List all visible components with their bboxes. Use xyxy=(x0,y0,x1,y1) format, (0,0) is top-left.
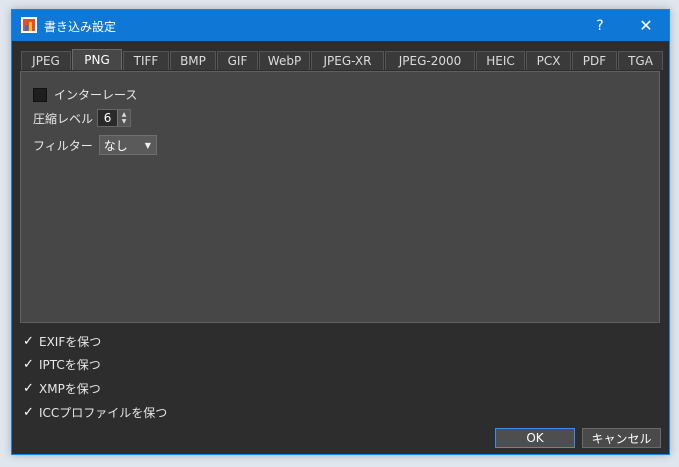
keep-xmp-checkbox[interactable]: ✓ XMPを保つ xyxy=(23,380,101,397)
close-button[interactable]: ✕ xyxy=(623,10,669,41)
tab-tiff[interactable]: TIFF xyxy=(123,51,169,70)
keep-xmp-label: XMPを保つ xyxy=(39,382,101,396)
checkmark-icon: ✓ xyxy=(23,380,34,396)
tab-pcx[interactable]: PCX xyxy=(526,51,571,70)
keep-iptc-checkbox[interactable]: ✓ IPTCを保つ xyxy=(23,356,101,373)
settings-dialog: 書き込み設定 ? ✕ JPEG PNG TIFF BMP GIF WebP JP… xyxy=(11,9,670,455)
compression-level-value[interactable]: 6 xyxy=(98,111,117,125)
format-tabs: JPEG PNG TIFF BMP GIF WebP JPEG-XR JPEG-… xyxy=(21,49,664,71)
interlace-row[interactable]: インターレース xyxy=(33,86,137,103)
cancel-button[interactable]: キャンセル xyxy=(582,428,661,448)
spin-up-icon[interactable]: ▲ xyxy=(122,111,127,118)
keep-iptc-label: IPTCを保つ xyxy=(39,358,101,372)
tab-bmp[interactable]: BMP xyxy=(170,51,216,70)
ok-button[interactable]: OK xyxy=(495,428,575,448)
keep-icc-profile-label: ICCプロファイルを保つ xyxy=(39,406,168,420)
tab-jpeg-2000[interactable]: JPEG-2000 xyxy=(385,51,475,70)
keep-exif-checkbox[interactable]: ✓ EXIFを保つ xyxy=(23,333,101,350)
interlace-label: インターレース xyxy=(54,88,138,102)
tab-pdf[interactable]: PDF xyxy=(572,51,617,70)
checkmark-icon: ✓ xyxy=(23,356,34,372)
help-button[interactable]: ? xyxy=(577,10,623,41)
keep-icc-profile-checkbox[interactable]: ✓ ICCプロファイルを保つ xyxy=(23,404,167,421)
spin-down-icon[interactable]: ▼ xyxy=(122,118,127,125)
filter-row: フィルター なし ▼ xyxy=(33,135,157,155)
tab-tga[interactable]: TGA xyxy=(618,51,663,70)
tab-jpeg-xr[interactable]: JPEG-XR xyxy=(311,51,384,70)
filter-label: フィルター xyxy=(33,138,93,153)
png-settings-panel: インターレース 圧縮レベル 6 ▲ ▼ フィルター なし ▼ xyxy=(20,71,660,323)
tab-gif[interactable]: GIF xyxy=(217,51,258,70)
tab-webp[interactable]: WebP xyxy=(259,51,310,70)
compression-label: 圧縮レベル xyxy=(33,111,94,126)
tab-png[interactable]: PNG xyxy=(72,49,122,70)
compression-row: 圧縮レベル 6 ▲ ▼ xyxy=(33,109,132,127)
tab-heic[interactable]: HEIC xyxy=(476,51,525,70)
spinner-arrows[interactable]: ▲ ▼ xyxy=(117,110,131,126)
app-icon xyxy=(21,17,37,33)
checkmark-icon: ✓ xyxy=(23,333,34,349)
interlace-checkbox[interactable] xyxy=(33,87,47,102)
compression-level-spinner[interactable]: 6 ▲ ▼ xyxy=(97,109,132,127)
filter-selected-value: なし xyxy=(103,138,128,153)
window-title: 書き込み設定 xyxy=(44,20,117,34)
tab-jpeg[interactable]: JPEG xyxy=(21,51,71,70)
title-bar: 書き込み設定 ? ✕ xyxy=(12,10,669,41)
chevron-down-icon: ▼ xyxy=(144,140,151,150)
keep-exif-label: EXIFを保つ xyxy=(39,335,102,349)
filter-select[interactable]: なし ▼ xyxy=(98,135,157,155)
checkmark-icon: ✓ xyxy=(23,404,34,420)
